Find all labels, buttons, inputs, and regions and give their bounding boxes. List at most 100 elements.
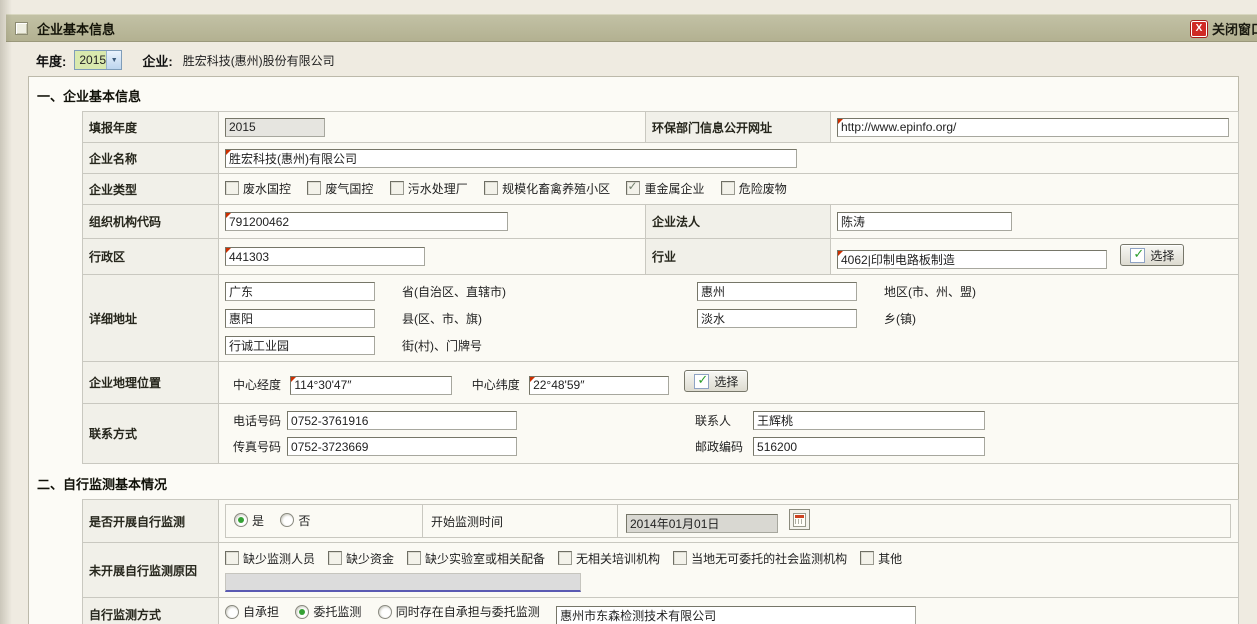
window-titlebar: 企业基本信息 X 关闭窗口 (6, 14, 1257, 42)
town-suffix: 乡(镇) (884, 310, 916, 327)
county-suffix: 县(区、市、旗) (402, 310, 482, 327)
postcode-label: 邮政编码 (695, 438, 747, 455)
industry-input[interactable] (837, 250, 1107, 269)
industry-select-button[interactable]: 选择 (1120, 244, 1184, 266)
checkbox-icon[interactable] (860, 551, 874, 565)
checkbox-no-training-org[interactable]: 无相关培训机构 (558, 550, 660, 567)
radio-delegated-monitoring[interactable]: 委托监测 (295, 603, 361, 620)
phone-input[interactable] (287, 411, 517, 430)
checkbox-icon[interactable] (484, 181, 498, 195)
no-reason-label: 未开展自行监测原因 (83, 543, 219, 598)
year-label: 年度: (36, 51, 66, 70)
checkbox-icon[interactable] (225, 181, 239, 195)
other-reason-input[interactable] (225, 573, 581, 592)
checkbox-livestock-zone[interactable]: 规模化畜禽养殖小区 (484, 180, 610, 197)
checkbox-icon[interactable] (328, 551, 342, 565)
calendar-icon[interactable] (789, 509, 810, 530)
company-type-label: 企业类型 (83, 174, 219, 205)
province-suffix: 省(自治区、直辖市) (402, 283, 506, 300)
checkbox-heavy-metal[interactable]: 重金属企业 (626, 180, 704, 197)
address-label: 详细地址 (83, 275, 219, 362)
close-window-button[interactable]: X 关闭窗口 (1191, 19, 1257, 38)
form-panel: 一、企业基本信息 填报年度 环保部门信息公开网址 企业名称 企业类型 废水国控 … (28, 76, 1239, 624)
checkbox-icon[interactable] (721, 181, 735, 195)
checkbox-icon[interactable] (407, 551, 421, 565)
phone-label: 电话号码 (233, 412, 281, 429)
report-year-input[interactable] (225, 118, 325, 137)
checkbox-icon[interactable] (673, 551, 687, 565)
contact-person-input[interactable] (753, 411, 985, 430)
checkbox-wastewater-state[interactable]: 废水国控 (225, 180, 291, 197)
longitude-input[interactable] (290, 376, 452, 395)
table-row: 组织机构代码 企业法人 (83, 205, 1239, 239)
report-year-label: 填报年度 (83, 112, 219, 143)
address-line-1: 省(自治区、直辖市) 地区(市、州、盟) (225, 278, 1232, 305)
radio-self-monitoring[interactable]: 自承担 (225, 603, 279, 620)
radio-icon[interactable] (225, 605, 239, 619)
town-input[interactable] (697, 309, 857, 328)
street-suffix: 街(村)、门牌号 (402, 337, 482, 354)
checkbox-sewage-plant[interactable]: 污水处理厂 (390, 180, 468, 197)
province-input[interactable] (225, 282, 375, 301)
epinfo-url-label: 环保部门信息公开网址 (646, 112, 831, 143)
checkbox-other-reason[interactable]: 其他 (860, 550, 902, 567)
checkbox-icon[interactable] (390, 181, 404, 195)
latitude-input[interactable] (529, 376, 669, 395)
address-line-2: 县(区、市、旗) 乡(镇) (225, 305, 1232, 332)
year-select-value: 2015 (75, 51, 106, 69)
org-code-input[interactable] (225, 212, 508, 231)
company-name-input[interactable] (225, 149, 797, 168)
page: 企业基本信息 X 关闭窗口 年度: 2015 ▼ 企业: 胜宏科技(惠州)股份有… (0, 0, 1257, 624)
year-select[interactable]: 2015 ▼ (74, 50, 122, 70)
org-code-label: 组织机构代码 (83, 205, 219, 239)
industry-label: 行业 (646, 239, 831, 275)
table-row: 未开展自行监测原因 缺少监测人员 缺少资金 缺少实验室或相关配备 无相关培训机构… (83, 543, 1239, 598)
region-input[interactable] (697, 282, 857, 301)
table-row: 自行监测方式 自承担 委托监测 同时存在自承担与委托监测 (83, 598, 1239, 624)
checkbox-icon[interactable] (225, 551, 239, 565)
radio-yes[interactable]: 是 (234, 512, 264, 529)
epinfo-url-input[interactable] (837, 118, 1229, 137)
checkbox-hazardous-waste[interactable]: 危险废物 (721, 180, 787, 197)
radio-no[interactable]: 否 (280, 512, 310, 529)
method-label: 自行监测方式 (83, 598, 219, 624)
carry-out-label: 是否开展自行监测 (83, 500, 219, 543)
window-title: 企业基本信息 (37, 19, 115, 38)
checkbox-icon[interactable] (558, 551, 572, 565)
radio-both-monitoring[interactable]: 同时存在自承担与委托监测 (378, 603, 540, 620)
table-row: 填报年度 环保部门信息公开网址 (83, 112, 1239, 143)
delegated-org-input[interactable] (556, 606, 916, 624)
region-suffix: 地区(市、州、盟) (884, 283, 976, 300)
admin-region-input[interactable] (225, 247, 425, 266)
start-time-input[interactable] (626, 514, 778, 533)
legal-person-label: 企业法人 (646, 205, 831, 239)
longitude-label: 中心经度 (233, 378, 281, 392)
postcode-input[interactable] (753, 437, 985, 456)
radio-icon[interactable] (280, 513, 294, 527)
checkbox-wastegas-state[interactable]: 废气国控 (307, 180, 373, 197)
radio-selected-icon[interactable] (295, 605, 309, 619)
check-icon (1130, 248, 1145, 263)
chevron-down-icon[interactable]: ▼ (106, 51, 121, 69)
checkbox-lack-funds[interactable]: 缺少资金 (328, 550, 394, 567)
contact-label: 联系方式 (83, 404, 219, 464)
fax-input[interactable] (287, 437, 517, 456)
checkbox-lack-staff[interactable]: 缺少监测人员 (225, 550, 315, 567)
address-line-3: 街(村)、门牌号 (225, 332, 1232, 359)
radio-selected-icon[interactable] (234, 513, 248, 527)
county-input[interactable] (225, 309, 375, 328)
street-input[interactable] (225, 336, 375, 355)
section2-heading: 二、自行监测基本情况 (37, 474, 1238, 493)
checkbox-lack-lab[interactable]: 缺少实验室或相关配备 (407, 550, 545, 567)
radio-icon[interactable] (378, 605, 392, 619)
check-icon (694, 374, 709, 389)
carry-out-inner-table: 是 否 开始监测时间 (225, 504, 1231, 538)
close-icon[interactable]: X (1191, 21, 1207, 37)
checkbox-icon[interactable] (307, 181, 321, 195)
checkbox-checked-icon[interactable] (626, 181, 640, 195)
self-monitoring-table: 是否开展自行监测 是 否 开始监测时间 (82, 499, 1239, 624)
geo-select-button[interactable]: 选择 (684, 370, 748, 392)
table-row: 企业类型 废水国控 废气国控 污水处理厂 规模化畜禽养殖小区 重金属企业 危险废… (83, 174, 1239, 205)
checkbox-no-local-org[interactable]: 当地无可委托的社会监测机构 (673, 550, 847, 567)
legal-person-input[interactable] (837, 212, 1012, 231)
